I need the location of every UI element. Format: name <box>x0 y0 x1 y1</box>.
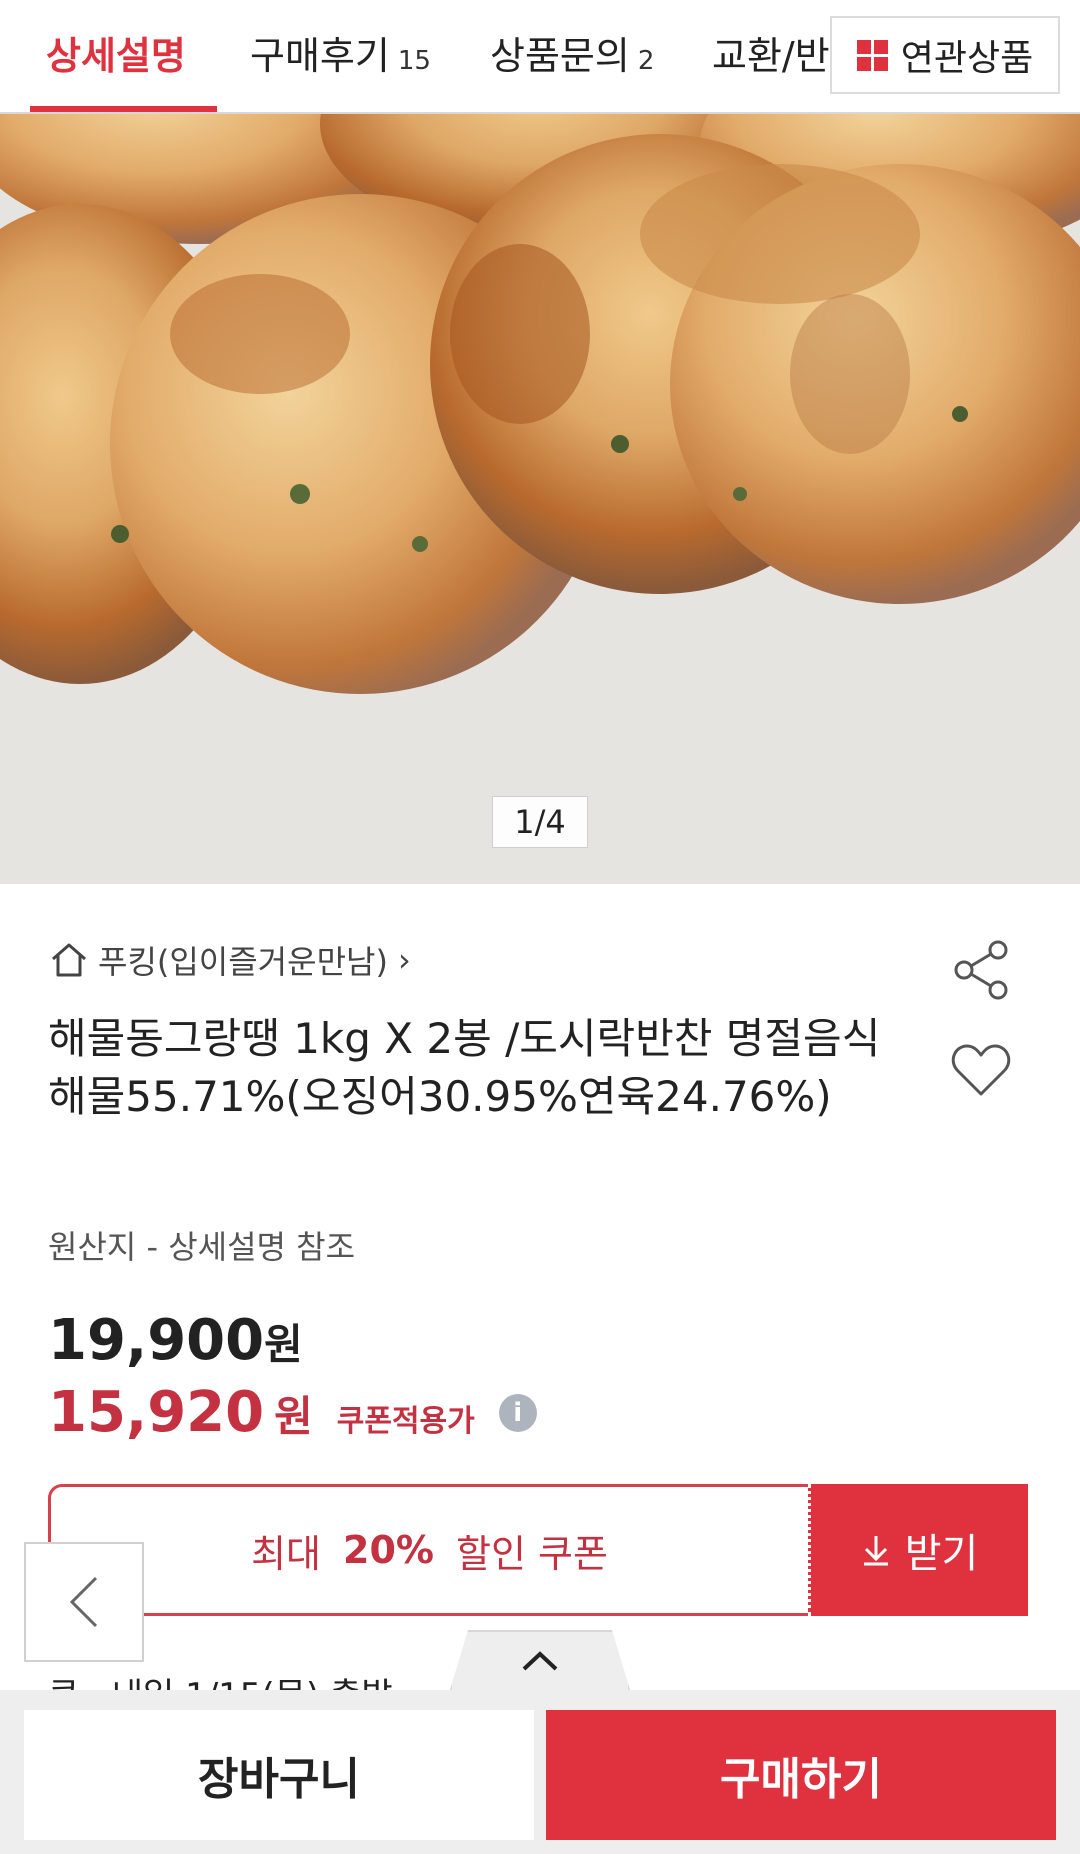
store-chevron-icon: › <box>397 941 411 979</box>
coupon-suffix: 할인 쿠폰 <box>455 1531 608 1576</box>
store-link[interactable]: 푸킹(입이즐거운만남) › <box>50 935 411 985</box>
coupon-prefix: 최대 <box>251 1531 322 1576</box>
tab-reviews-count: 15 <box>397 46 431 76</box>
sale-price: 15,920 원 쿠폰적용가 i <box>48 1380 537 1445</box>
store-name: 푸킹(입이즐거운만남) <box>98 943 388 981</box>
expand-toggle[interactable] <box>450 1630 630 1690</box>
coupon-download-button[interactable]: 받기 <box>808 1484 1028 1616</box>
origin-info: 원산지 - 상세설명 참조 <box>48 1228 356 1266</box>
tab-inquiries-label: 상품문의 <box>490 34 630 78</box>
chevron-up-icon <box>522 1651 558 1671</box>
tab-reviews-label: 구매후기 <box>250 34 390 78</box>
tab-inquiries[interactable]: 상품문의 2 <box>490 0 654 112</box>
product-title: 해물동그랑땡 1kg X 2봉 /도시락반찬 명절음식 해물55.71%(오징어… <box>48 1014 881 1121</box>
info-icon[interactable]: i <box>498 1393 537 1432</box>
original-price: 19,900원 <box>48 1308 303 1373</box>
tab-inquiries-count: 2 <box>637 46 655 76</box>
grid-icon <box>856 40 888 71</box>
tab-exchange-label: 교환/반 <box>712 34 830 78</box>
image-pager: 1/4 <box>492 796 588 848</box>
buy-now-button[interactable]: 구매하기 <box>546 1710 1056 1840</box>
pancakes-photo <box>0 114 1080 884</box>
tab-bar: 상세설명 구매후기 15 상품문의 2 교환/반 연관상품 <box>0 0 1080 114</box>
related-products-button[interactable]: 연관상품 <box>830 16 1060 94</box>
coupon-price-note: 쿠폰적용가 <box>336 1404 475 1439</box>
add-to-cart-button[interactable]: 장바구니 <box>24 1710 534 1840</box>
heart-icon[interactable] <box>950 1042 1012 1098</box>
coupon-banner[interactable]: 최대 20% 할인 쿠폰 <box>48 1484 808 1616</box>
related-products-label: 연관상품 <box>900 38 1034 79</box>
back-button[interactable] <box>24 1542 144 1662</box>
sale-price-currency: 원 <box>274 1392 313 1441</box>
chevron-left-icon <box>69 1576 98 1628</box>
home-icon <box>52 943 86 977</box>
original-price-value: 19,900 <box>48 1308 265 1373</box>
tab-reviews[interactable]: 구매후기 15 <box>250 0 431 112</box>
tab-details[interactable]: 상세설명 <box>46 0 186 112</box>
shipping-peek-text: 큰 · 내일 1/15(목) 출발 <box>48 1668 448 1690</box>
buy-now-label: 구매하기 <box>720 1754 882 1805</box>
tab-exchange-return[interactable]: 교환/반 <box>712 0 830 112</box>
tab-active-indicator <box>30 106 217 112</box>
add-to-cart-label: 장바구니 <box>198 1754 360 1805</box>
download-arrow-icon <box>863 1536 888 1566</box>
coupon-percent: 20% <box>343 1528 434 1572</box>
coupon-download-label: 받기 <box>904 1531 979 1577</box>
tab-details-label: 상세설명 <box>46 34 186 78</box>
original-price-currency: 원 <box>264 1320 303 1369</box>
sale-price-value: 15,920 <box>48 1380 265 1445</box>
product-image[interactable] <box>0 114 1080 884</box>
share-icon[interactable] <box>952 940 1010 1000</box>
